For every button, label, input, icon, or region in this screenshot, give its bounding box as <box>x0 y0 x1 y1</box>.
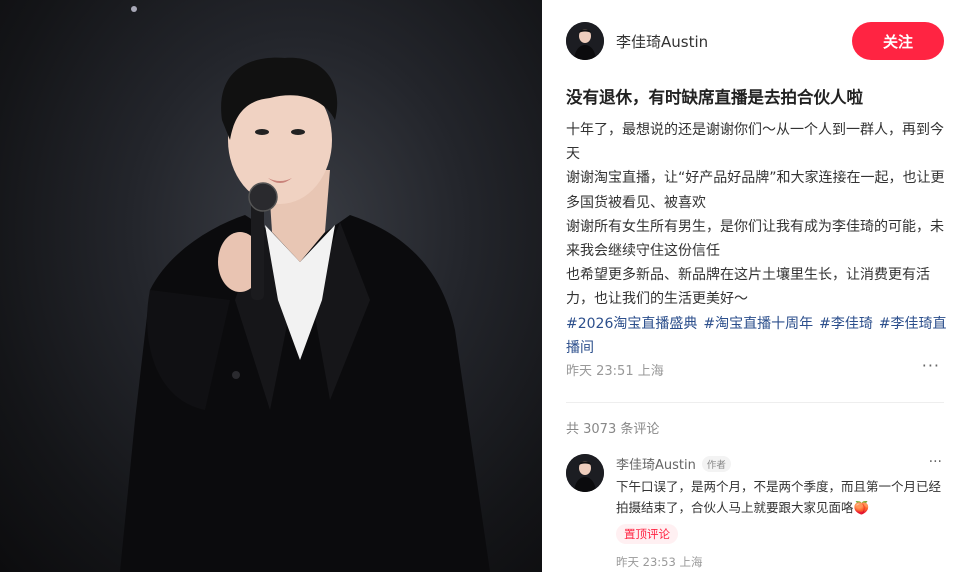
post-paragraph: 谢谢所有女生所有男生，是你们让我有成为李佳琦的可能，未来我会继续守住这份信任 <box>566 218 944 260</box>
comment-header: 李佳琦Austin 作者 <box>616 454 731 473</box>
post-location: 上海 <box>637 364 664 379</box>
post-meta: 昨天 23:51 上海 <box>566 360 664 379</box>
author-bar: 李佳琦Austin 关注 <box>566 22 944 60</box>
author-badge: 作者 <box>701 455 731 472</box>
post-tags: #2026淘宝直播盛典 #淘宝直播十周年 #李佳琦 #李佳琦直播间 <box>566 312 948 360</box>
pinned-badge: 置顶评论 <box>616 524 678 544</box>
comment-time: 昨天 23:53 <box>616 555 676 569</box>
post-paragraph: 也希望更多新品、新品牌在这片土壤里生长，让消费更有活力，也让我们的生活更美好～ <box>566 267 930 308</box>
commenter-name[interactable]: 李佳琦Austin <box>616 454 696 473</box>
post-title: 没有退休，有时缺席直播是去拍合伙人啦 <box>566 88 863 107</box>
divider <box>566 402 944 403</box>
comment-meta: 昨天 23:53 上海 <box>616 554 702 570</box>
more-dots-icon[interactable]: ··· <box>922 356 940 375</box>
post-image[interactable] <box>0 0 542 572</box>
post-paragraph: 十年了，最想说的还是谢谢你们～从一个人到一群人，再到今天 <box>566 122 944 163</box>
author-name[interactable]: 李佳琦Austin <box>616 31 708 52</box>
author-avatar[interactable] <box>566 22 604 60</box>
post-detail-panel: 李佳琦Austin 关注 没有退休，有时缺席直播是去拍合伙人啦 十年了，最想说的… <box>542 0 960 572</box>
hashtag-link[interactable]: #2026淘宝直播盛典 <box>566 316 697 332</box>
post-time: 昨天 23:51 <box>566 364 634 379</box>
comment-more-icon[interactable]: ··· <box>929 454 942 470</box>
comment-location: 上海 <box>679 555 703 569</box>
post-body: 十年了，最想说的还是谢谢你们～从一个人到一群人，再到今天 谢谢淘宝直播，让“好产… <box>566 118 948 360</box>
comment-count: 共 3073 条评论 <box>566 422 660 437</box>
commenter-avatar[interactable] <box>566 454 604 492</box>
hashtag-link[interactable]: #淘宝直播十周年 <box>703 316 813 332</box>
post-paragraph: 谢谢淘宝直播，让“好产品好品牌”和大家连接在一起，也让更多国货被看见、被喜欢 <box>566 170 945 211</box>
hashtag-link[interactable]: #李佳琦 <box>819 316 873 332</box>
follow-button[interactable]: 关注 <box>852 22 944 60</box>
comment-text: 下午口误了，是两个月，不是两个季度，而且第一个月已经拍摄结束了，合伙人马上就要跟… <box>616 479 942 515</box>
person-photo <box>120 6 490 572</box>
